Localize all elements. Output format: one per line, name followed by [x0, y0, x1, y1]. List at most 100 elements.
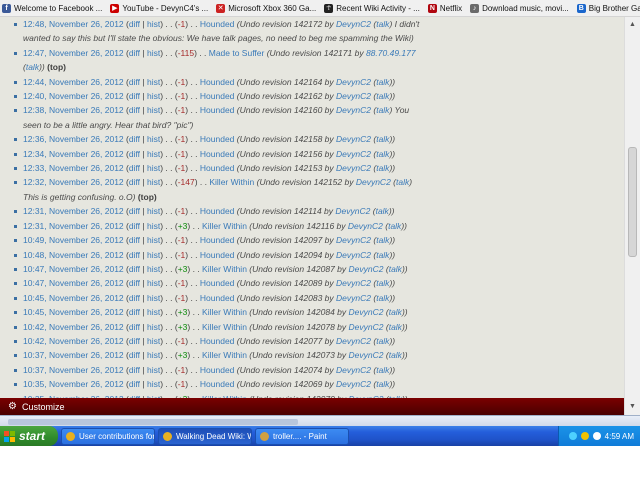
timestamp-link[interactable]: 10:45, November 26, 2012: [23, 307, 124, 317]
timestamp-link[interactable]: 12:47, November 26, 2012: [23, 48, 124, 58]
user-link[interactable]: 88.70.49.177: [366, 48, 416, 58]
diff-link[interactable]: diff: [129, 322, 140, 332]
page-title-link[interactable]: Killer Within: [202, 322, 247, 332]
timestamp-link[interactable]: 12:48, November 26, 2012: [23, 19, 124, 29]
network-icon[interactable]: [568, 432, 577, 440]
page-title-link[interactable]: Hounded: [200, 336, 235, 346]
timestamp-link[interactable]: 10:47, November 26, 2012: [23, 278, 124, 288]
page-title-link[interactable]: Hounded: [200, 105, 235, 115]
page-title-link[interactable]: Killer Within: [202, 264, 247, 274]
volume-icon[interactable]: [592, 432, 601, 440]
user-link[interactable]: DevynC2: [336, 134, 371, 144]
taskbar-button[interactable]: User contributions for...: [61, 427, 155, 445]
hist-link[interactable]: hist: [147, 365, 160, 375]
user-link[interactable]: DevynC2: [336, 19, 371, 29]
talk-link[interactable]: talk: [376, 77, 389, 87]
timestamp-link[interactable]: 10:48, November 26, 2012: [23, 250, 124, 260]
user-link[interactable]: DevynC2: [336, 278, 371, 288]
talk-link[interactable]: talk: [376, 206, 389, 216]
user-link[interactable]: DevynC2: [336, 235, 371, 245]
gear-icon[interactable]: ⚙: [8, 401, 17, 412]
page-title-link[interactable]: Hounded: [200, 149, 235, 159]
user-link[interactable]: DevynC2: [336, 336, 371, 346]
timestamp-link[interactable]: 10:35, November 26, 2012: [23, 379, 124, 389]
user-link[interactable]: DevynC2: [336, 105, 371, 115]
diff-link[interactable]: diff: [129, 293, 140, 303]
hist-link[interactable]: hist: [147, 91, 160, 101]
hist-link[interactable]: hist: [147, 149, 160, 159]
bookmark-item[interactable]: ✕ Microsoft Xbox 360 Ga...: [214, 0, 319, 16]
hist-link[interactable]: hist: [147, 307, 160, 317]
talk-link[interactable]: talk: [376, 235, 389, 245]
timestamp-link[interactable]: 12:32, November 26, 2012: [23, 177, 124, 187]
talk-link[interactable]: talk: [376, 149, 389, 159]
bookmark-item[interactable]: N Netflix: [426, 0, 465, 16]
talk-link[interactable]: talk: [376, 379, 389, 389]
diff-link[interactable]: diff: [129, 278, 140, 288]
talk-link[interactable]: talk: [388, 221, 401, 231]
user-link[interactable]: DevynC2: [336, 293, 371, 303]
talk-link[interactable]: talk: [376, 278, 389, 288]
hist-link[interactable]: hist: [147, 19, 160, 29]
bookmark-item[interactable]: ☥ Recent Wiki Activity - ...: [322, 0, 423, 16]
timestamp-link[interactable]: 12:31, November 26, 2012: [23, 221, 124, 231]
timestamp-link[interactable]: 12:34, November 26, 2012: [23, 149, 124, 159]
timestamp-link[interactable]: 12:36, November 26, 2012: [23, 134, 124, 144]
bookmark-item[interactable]: BBig Brother Game - Pla...: [575, 0, 640, 16]
hist-link[interactable]: hist: [147, 206, 160, 216]
timestamp-link[interactable]: 10:45, November 26, 2012: [23, 293, 124, 303]
timestamp-link[interactable]: 12:31, November 26, 2012: [23, 206, 124, 216]
diff-link[interactable]: diff: [129, 365, 140, 375]
bookmark-item[interactable]: ▶ YouTube - DevynC4's ...: [108, 0, 211, 16]
customize-label[interactable]: Customize: [22, 402, 65, 412]
talk-link[interactable]: talk: [389, 322, 402, 332]
hist-link[interactable]: hist: [147, 250, 160, 260]
user-link[interactable]: DevynC2: [356, 177, 391, 187]
diff-link[interactable]: diff: [129, 149, 140, 159]
hist-link[interactable]: hist: [147, 264, 160, 274]
diff-link[interactable]: diff: [129, 350, 140, 360]
hist-link[interactable]: hist: [147, 322, 160, 332]
user-link[interactable]: DevynC2: [349, 350, 384, 360]
page-title-link[interactable]: Hounded: [200, 379, 235, 389]
user-link[interactable]: DevynC2: [336, 163, 371, 173]
start-button[interactable]: start: [0, 426, 58, 446]
user-link[interactable]: DevynC2: [336, 77, 371, 87]
page-title-link[interactable]: Killer Within: [202, 221, 247, 231]
diff-link[interactable]: diff: [129, 163, 140, 173]
talk-link[interactable]: talk: [389, 307, 402, 317]
talk-link[interactable]: talk: [396, 177, 409, 187]
page-title-link[interactable]: Hounded: [200, 250, 235, 260]
timestamp-link[interactable]: 10:49, November 26, 2012: [23, 235, 124, 245]
vertical-scrollbar[interactable]: ▲ ▼: [624, 17, 640, 415]
page-title-link[interactable]: Killer Within: [202, 350, 247, 360]
taskbar-button[interactable]: Walking Dead Wiki: W...: [158, 427, 252, 445]
scroll-up-arrow-icon[interactable]: ▲: [627, 19, 638, 31]
user-link[interactable]: DevynC2: [335, 206, 370, 216]
talk-link[interactable]: talk: [376, 91, 389, 101]
page-title-link[interactable]: Hounded: [200, 278, 235, 288]
hist-link[interactable]: hist: [147, 379, 160, 389]
timestamp-link[interactable]: 12:40, November 26, 2012: [23, 91, 124, 101]
diff-link[interactable]: diff: [129, 134, 140, 144]
user-link[interactable]: DevynC2: [349, 322, 384, 332]
timestamp-link[interactable]: 10:47, November 26, 2012: [23, 264, 124, 274]
diff-link[interactable]: diff: [129, 336, 140, 346]
diff-link[interactable]: diff: [129, 250, 140, 260]
user-link[interactable]: DevynC2: [349, 264, 384, 274]
hist-link[interactable]: hist: [147, 48, 160, 58]
page-title-link[interactable]: Killer Within: [209, 177, 254, 187]
timestamp-link[interactable]: 10:37, November 26, 2012: [23, 350, 124, 360]
diff-link[interactable]: diff: [129, 91, 140, 101]
bookmark-item[interactable]: f Welcome to Facebook ...: [0, 0, 105, 16]
user-link[interactable]: DevynC2: [336, 91, 371, 101]
talk-link[interactable]: talk: [376, 250, 389, 260]
talk-link[interactable]: talk: [376, 105, 389, 115]
hist-link[interactable]: hist: [147, 350, 160, 360]
hist-link[interactable]: hist: [147, 177, 160, 187]
hist-link[interactable]: hist: [147, 77, 160, 87]
user-link[interactable]: DevynC2: [349, 307, 384, 317]
page-title-link[interactable]: Hounded: [200, 91, 235, 101]
hist-link[interactable]: hist: [147, 336, 160, 346]
diff-link[interactable]: diff: [129, 379, 140, 389]
